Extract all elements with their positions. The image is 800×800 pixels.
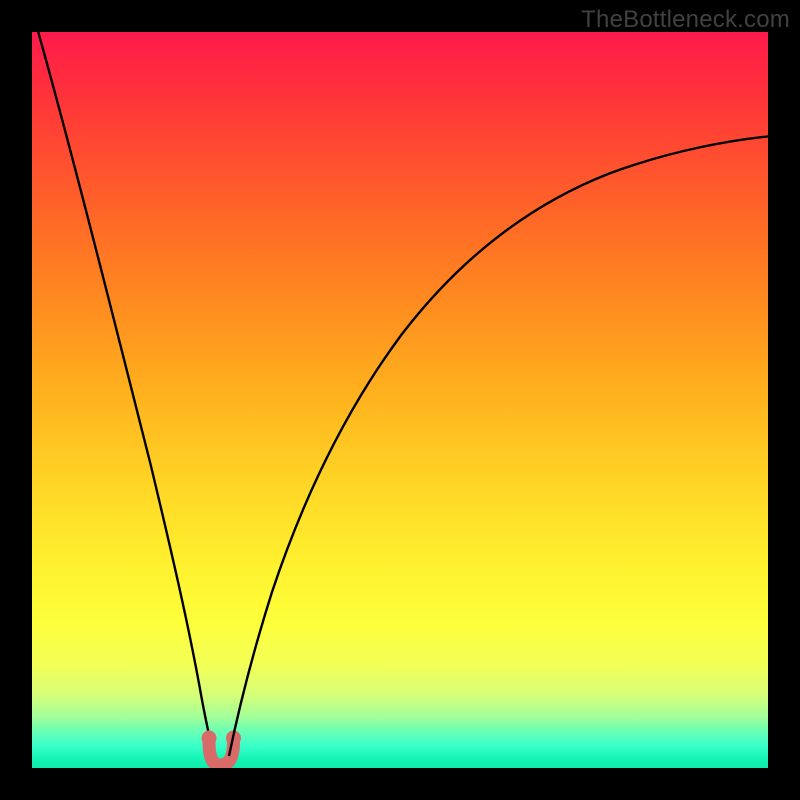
plot-area	[32, 32, 768, 768]
curve-layer	[32, 32, 768, 768]
curve-left-branch	[36, 32, 214, 756]
watermark-text: TheBottleneck.com	[581, 6, 790, 34]
valley-cap-left	[202, 731, 217, 746]
chart-frame: TheBottleneck.com	[0, 0, 800, 800]
curve-right-branch	[229, 136, 768, 756]
